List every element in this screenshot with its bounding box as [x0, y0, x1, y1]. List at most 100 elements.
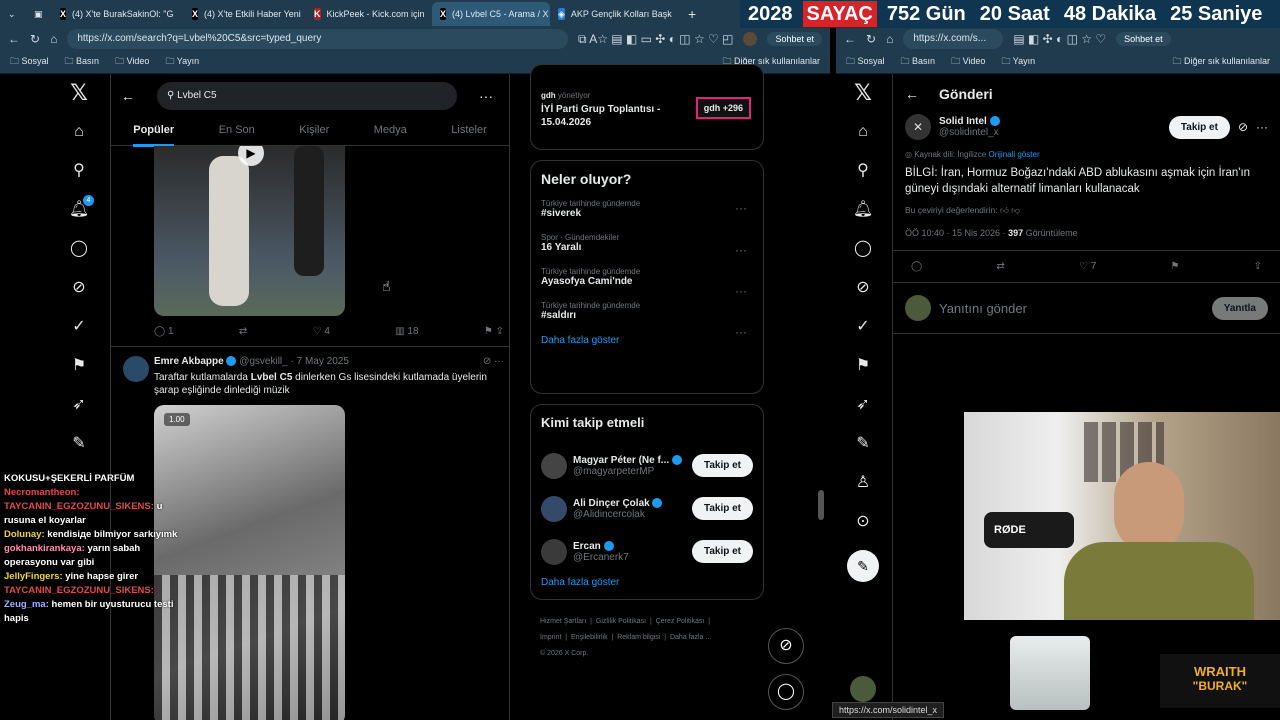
- follow-button[interactable]: Takip et: [691, 454, 753, 477]
- notifications-icon[interactable]: 🔔︎: [852, 199, 874, 221]
- explore-search-icon[interactable]: ⚲: [852, 160, 874, 182]
- follow-button[interactable]: Takip et: [691, 540, 753, 563]
- avatar[interactable]: [541, 538, 567, 565]
- back-arrow-icon[interactable]: ←: [121, 88, 135, 104]
- reply-button[interactable]: Yanıtla: [1211, 296, 1268, 320]
- workspaces-icon[interactable]: ▣: [26, 2, 52, 26]
- copilot-chat-button[interactable]: Sohbet et: [1116, 32, 1171, 46]
- grok-float-button[interactable]: ⊘: [768, 628, 804, 664]
- compose-post-icon[interactable]: ✎: [847, 550, 879, 582]
- messages-icon[interactable]: ◯: [68, 238, 90, 260]
- reply-input[interactable]: Yanıtını gönder: [939, 301, 1204, 316]
- thumbs-down-icon[interactable]: 👎︎: [1011, 205, 1020, 215]
- footer-link[interactable]: Hizmet Şartları: [540, 618, 586, 625]
- follow-suggestion[interactable]: Ercan @Ercanerk7 Takip et: [541, 530, 753, 573]
- browser-tab[interactable]: X(4) X'te Etkili Haber Yeni✕: [184, 2, 306, 26]
- bookmark-basin[interactable]: 🗀 Basın: [901, 54, 936, 70]
- reply-button[interactable]: ◯ 1: [154, 326, 174, 337]
- more-options-icon[interactable]: ···: [735, 325, 747, 339]
- bookmark-sosyal[interactable]: 🗀 Sosyal: [10, 54, 49, 70]
- footer-link[interactable]: Daha fazla ...: [670, 634, 711, 641]
- trend-item[interactable]: Spor · Gündemdekiler 16 Yaralı ···: [541, 233, 753, 257]
- show-original-link[interactable]: Orijinali göster: [988, 150, 1039, 159]
- url-input[interactable]: https://x.com/s...: [903, 29, 1004, 49]
- back-icon[interactable]: ←: [8, 32, 20, 46]
- grok-icon[interactable]: ⊘: [1238, 120, 1248, 134]
- articles-icon[interactable]: ✎: [852, 433, 874, 455]
- tab-lists[interactable]: Listeler: [451, 124, 486, 147]
- bookmarks-icon[interactable]: ⚑: [68, 355, 90, 377]
- search-input[interactable]: ⚲ Lvbel C5: [157, 82, 457, 110]
- sponsored-card[interactable]: gdh yönetiyor İYİ Parti Grup Toplantısı …: [530, 64, 764, 150]
- author-handle[interactable]: @gsvekill_: [239, 356, 288, 367]
- bookmark-yayin[interactable]: 🗀 Yayın: [165, 54, 199, 70]
- bookmark-sosyal[interactable]: 🗀 Sosyal: [846, 54, 885, 70]
- jobs-rocket-icon[interactable]: ➶: [68, 394, 90, 416]
- share-icon[interactable]: ⇪: [1254, 261, 1262, 272]
- articles-icon[interactable]: ✎: [68, 433, 90, 455]
- browser-tab[interactable]: KKickPeek - Kick.com için✕: [306, 2, 432, 26]
- more-options-icon[interactable]: ···: [1256, 120, 1268, 134]
- back-arrow-icon[interactable]: ←: [905, 86, 919, 102]
- like-button[interactable]: ♡ 4: [313, 326, 330, 337]
- home-icon[interactable]: ⌂: [852, 121, 874, 143]
- more-options-icon[interactable]: ···: [479, 88, 493, 104]
- browser-tab-active[interactable]: X(4) Lvbel C5 - Arama / X✕: [432, 2, 550, 26]
- follow-suggestion[interactable]: Ali Dinçer Çolak @Alidincercolak Takip e…: [541, 487, 753, 530]
- verified-icon[interactable]: ✓: [68, 316, 90, 338]
- tab-popular[interactable]: Popüler: [133, 124, 175, 147]
- tab-latest[interactable]: En Son: [219, 124, 255, 147]
- trend-item[interactable]: Türkiye tarihinde gündemde #saldırı ···: [541, 301, 753, 339]
- trend-item[interactable]: Türkiye tarihinde gündemde Ayasofya Cami'…: [541, 267, 753, 298]
- more-icon[interactable]: ⊙: [852, 511, 874, 533]
- thumbs-up-icon[interactable]: 👍︎: [1000, 205, 1009, 215]
- tweet-date[interactable]: · 7 May 2025: [291, 356, 349, 367]
- grok-icon[interactable]: ⊘: [68, 277, 90, 299]
- home-icon[interactable]: ⌂: [68, 121, 90, 143]
- footer-link[interactable]: Gizlilik Politikası: [596, 618, 646, 625]
- home-icon[interactable]: ⌂: [50, 32, 57, 46]
- avatar[interactable]: [541, 495, 567, 522]
- tweet-video[interactable]: ▶: [154, 146, 345, 316]
- follow-button[interactable]: Takip et: [691, 497, 753, 520]
- more-options-icon[interactable]: ···: [735, 243, 747, 257]
- footer-link[interactable]: Erişilebilirlik: [571, 634, 608, 641]
- bookmark-yayin[interactable]: 🗀 Yayın: [1001, 54, 1035, 70]
- trend-item[interactable]: Türkiye tarihinde gündemde #siverek ···: [541, 199, 753, 219]
- verified-icon[interactable]: ✓: [852, 316, 874, 338]
- trends-show-more[interactable]: Daha fazla göster: [541, 335, 753, 346]
- bookmark-icon[interactable]: ⚑: [1170, 261, 1179, 272]
- bookmarks-icon[interactable]: ⚑: [852, 355, 874, 377]
- reply-icon[interactable]: ◯: [911, 261, 922, 272]
- grok-icon[interactable]: ⊘: [852, 277, 874, 299]
- footer-link[interactable]: Imprint: [540, 634, 561, 641]
- author-handle[interactable]: @solidintel_x: [939, 127, 1161, 138]
- footer-link[interactable]: Çerez Politikası: [656, 618, 705, 625]
- back-icon[interactable]: ←: [844, 32, 856, 46]
- new-tab-button[interactable]: +: [680, 2, 708, 26]
- explore-search-icon[interactable]: ⚲: [68, 160, 90, 182]
- follow-button[interactable]: Takip et: [1168, 115, 1230, 139]
- x-logo-icon[interactable]: 𝕏: [852, 82, 874, 104]
- avatar[interactable]: ✕: [905, 114, 931, 140]
- more-options-icon[interactable]: ···: [735, 201, 747, 215]
- tweet-video[interactable]: 1.00: [154, 405, 345, 720]
- url-input[interactable]: https://x.com/search?q=Lvbel%20C5&src=ty…: [67, 29, 568, 49]
- tab-menu[interactable]: ⌄: [0, 2, 26, 26]
- footer-link[interactable]: Reklam bilgisi: [617, 634, 660, 641]
- tab-media[interactable]: Medya: [374, 124, 407, 147]
- avatar[interactable]: [123, 356, 149, 382]
- profile-icon[interactable]: ♙: [852, 472, 874, 494]
- messages-icon[interactable]: ◯: [852, 238, 874, 260]
- like-button[interactable]: ♡ 7: [1079, 261, 1096, 272]
- bookmark-video[interactable]: 🗀 Video: [115, 54, 149, 70]
- author-name[interactable]: Solid Intel: [939, 116, 987, 127]
- extensions-icon[interactable]: ▤ ◧ ✣ ◐ ◫ ☆ ♡: [1013, 32, 1106, 46]
- messages-float-button[interactable]: ◯: [768, 674, 804, 710]
- browser-tab[interactable]: X(4) X'te BurakSakinOl: "G✕: [52, 2, 184, 26]
- extensions-icon[interactable]: ⧉ A☆ ▤ ◧ ▭ ✣ ◐ ◫ ☆ ♡ ◰: [578, 32, 734, 47]
- profile-avatar[interactable]: [743, 32, 758, 46]
- home-icon[interactable]: ⌂: [886, 32, 893, 46]
- account-avatar[interactable]: [850, 676, 876, 702]
- bookmark-other[interactable]: 🗀 Diğer sık kullanılanlar: [1172, 54, 1270, 70]
